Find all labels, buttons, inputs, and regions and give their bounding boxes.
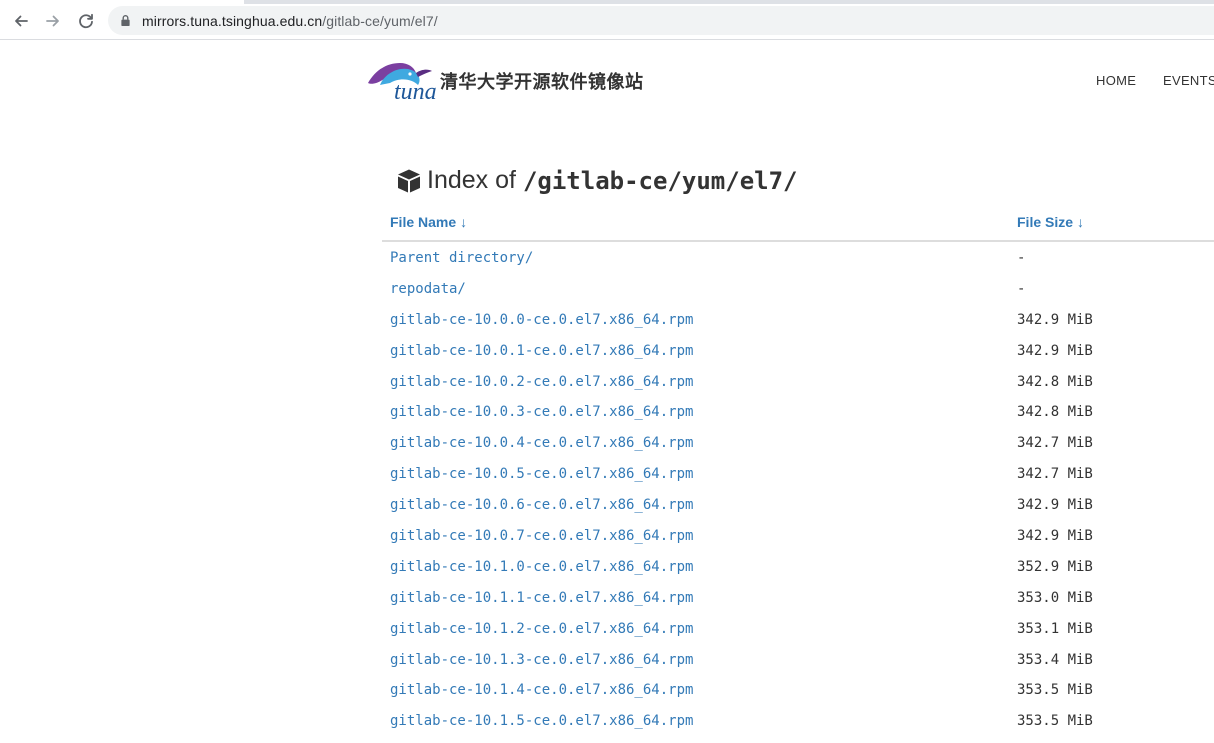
column-name-label: File Name bbox=[390, 214, 457, 230]
file-link[interactable]: gitlab-ce-10.0.1-ce.0.el7.x86_64.rpm bbox=[390, 343, 693, 359]
sort-arrow-icon: ↓ bbox=[1077, 214, 1085, 230]
browser-toolbar: mirrors.tuna.tsinghua.edu.cn/gitlab-ce/y… bbox=[0, 0, 1214, 40]
sort-by-size-header[interactable]: File Size ↓ bbox=[1017, 214, 1084, 230]
address-bar[interactable]: mirrors.tuna.tsinghua.edu.cn/gitlab-ce/y… bbox=[108, 6, 1214, 35]
file-size: 342.7 MiB bbox=[1017, 435, 1093, 452]
file-link[interactable]: gitlab-ce-10.1.3-ce.0.el7.x86_64.rpm bbox=[390, 652, 693, 668]
file-link[interactable]: gitlab-ce-10.0.3-ce.0.el7.x86_64.rpm bbox=[390, 404, 693, 420]
nav-events[interactable]: EVENTS bbox=[1163, 73, 1214, 88]
file-size: 353.5 MiB bbox=[1017, 713, 1093, 730]
arrow-right-icon bbox=[46, 15, 59, 27]
file-link[interactable]: Parent directory/ bbox=[390, 250, 533, 266]
file-link[interactable]: gitlab-ce-10.0.0-ce.0.el7.x86_64.rpm bbox=[390, 312, 693, 328]
file-link[interactable]: gitlab-ce-10.1.1-ce.0.el7.x86_64.rpm bbox=[390, 590, 693, 606]
table-row: gitlab-ce-10.1.5-ce.0.el7.x86_64.rpm 353.… bbox=[382, 706, 1214, 737]
table-row: gitlab-ce-10.1.2-ce.0.el7.x86_64.rpm 353.… bbox=[382, 614, 1214, 645]
file-link[interactable]: gitlab-ce-10.1.2-ce.0.el7.x86_64.rpm bbox=[390, 621, 693, 637]
table-row: Parent directory/ - bbox=[382, 243, 1214, 274]
site-title[interactable]: 清华大学开源软件镜像站 bbox=[440, 68, 644, 94]
url-text[interactable]: mirrors.tuna.tsinghua.edu.cn/gitlab-ce/y… bbox=[142, 13, 438, 29]
table-row: gitlab-ce-10.0.0-ce.0.el7.x86_64.rpm 342.… bbox=[382, 305, 1214, 336]
file-size: - bbox=[1017, 280, 1026, 297]
file-size: 353.5 MiB bbox=[1017, 682, 1093, 699]
column-size-label: File Size bbox=[1017, 214, 1074, 230]
reload-icon bbox=[79, 13, 93, 29]
file-size: 353.0 MiB bbox=[1017, 589, 1093, 606]
table-row: gitlab-ce-10.1.4-ce.0.el7.x86_64.rpm 353.… bbox=[382, 675, 1214, 706]
table-row: gitlab-ce-10.1.0-ce.0.el7.x86_64.rpm 352.… bbox=[382, 552, 1214, 583]
forward-button[interactable] bbox=[40, 8, 66, 34]
table-row: gitlab-ce-10.0.7-ce.0.el7.x86_64.rpm 342.… bbox=[382, 521, 1214, 552]
tab-strip bbox=[0, 0, 1214, 4]
file-size: 342.9 MiB bbox=[1017, 311, 1093, 328]
file-link[interactable]: gitlab-ce-10.0.7-ce.0.el7.x86_64.rpm bbox=[390, 528, 693, 544]
file-link[interactable]: gitlab-ce-10.1.5-ce.0.el7.x86_64.rpm bbox=[390, 713, 693, 729]
index-prefix: Index of bbox=[427, 166, 516, 194]
lock-icon[interactable] bbox=[120, 14, 132, 28]
file-size: 353.4 MiB bbox=[1017, 651, 1093, 668]
table-row: repodata/ - bbox=[382, 274, 1214, 305]
file-link[interactable]: gitlab-ce-10.0.4-ce.0.el7.x86_64.rpm bbox=[390, 435, 693, 451]
index-path: /gitlab-ce/yum/el7/ bbox=[522, 166, 798, 195]
cube-icon bbox=[398, 169, 420, 192]
table-row: gitlab-ce-10.1.3-ce.0.el7.x86_64.rpm 353.… bbox=[382, 645, 1214, 676]
tuna-logo[interactable]: tuna bbox=[366, 55, 437, 107]
file-link[interactable]: gitlab-ce-10.0.5-ce.0.el7.x86_64.rpm bbox=[390, 466, 693, 482]
file-size: 342.8 MiB bbox=[1017, 404, 1093, 421]
table-row: gitlab-ce-10.0.5-ce.0.el7.x86_64.rpm 342.… bbox=[382, 459, 1214, 490]
file-size: 352.9 MiB bbox=[1017, 558, 1093, 575]
file-size: 342.9 MiB bbox=[1017, 528, 1093, 545]
table-row: gitlab-ce-10.0.4-ce.0.el7.x86_64.rpm 342.… bbox=[382, 428, 1214, 459]
file-size: 342.7 MiB bbox=[1017, 466, 1093, 483]
file-link[interactable]: gitlab-ce-10.0.2-ce.0.el7.x86_64.rpm bbox=[390, 374, 693, 390]
table-row: gitlab-ce-10.0.2-ce.0.el7.x86_64.rpm 342.… bbox=[382, 367, 1214, 398]
sort-by-name-header[interactable]: File Name ↓ bbox=[390, 214, 467, 230]
back-button[interactable] bbox=[8, 8, 34, 34]
file-size: 342.9 MiB bbox=[1017, 497, 1093, 514]
table-header: File Name ↓ File Size ↓ bbox=[382, 204, 1214, 242]
table-row: gitlab-ce-10.0.1-ce.0.el7.x86_64.rpm 342.… bbox=[382, 336, 1214, 367]
file-size: 342.8 MiB bbox=[1017, 373, 1093, 390]
file-size: - bbox=[1017, 250, 1026, 266]
table-row: gitlab-ce-10.1.1-ce.0.el7.x86_64.rpm 353.… bbox=[382, 583, 1214, 614]
arrow-left-icon bbox=[15, 15, 28, 27]
file-link[interactable]: gitlab-ce-10.1.0-ce.0.el7.x86_64.rpm bbox=[390, 559, 693, 575]
active-tab[interactable] bbox=[0, 0, 244, 4]
file-size: 342.9 MiB bbox=[1017, 342, 1093, 359]
file-link[interactable]: gitlab-ce-10.0.6-ce.0.el7.x86_64.rpm bbox=[390, 497, 693, 513]
nav-home[interactable]: HOME bbox=[1096, 73, 1136, 88]
file-link[interactable]: gitlab-ce-10.1.4-ce.0.el7.x86_64.rpm bbox=[390, 682, 693, 698]
url-path: /gitlab-ce/yum/el7/ bbox=[322, 12, 438, 29]
file-size: 353.1 MiB bbox=[1017, 620, 1093, 637]
sort-arrow-icon: ↓ bbox=[460, 214, 468, 230]
page-title: Index of /gitlab-ce/yum/el7/ bbox=[396, 166, 798, 195]
table-row: gitlab-ce-10.0.3-ce.0.el7.x86_64.rpm 342.… bbox=[382, 397, 1214, 428]
logo-text: tuna bbox=[394, 79, 437, 105]
table-row: gitlab-ce-10.0.6-ce.0.el7.x86_64.rpm 342.… bbox=[382, 490, 1214, 521]
file-list: Parent directory/ - repodata/ - gitlab-ce-… bbox=[382, 243, 1214, 737]
url-host: mirrors.tuna.tsinghua.edu.cn bbox=[142, 12, 323, 29]
file-link[interactable]: repodata/ bbox=[390, 281, 466, 297]
reload-button[interactable] bbox=[73, 8, 99, 34]
